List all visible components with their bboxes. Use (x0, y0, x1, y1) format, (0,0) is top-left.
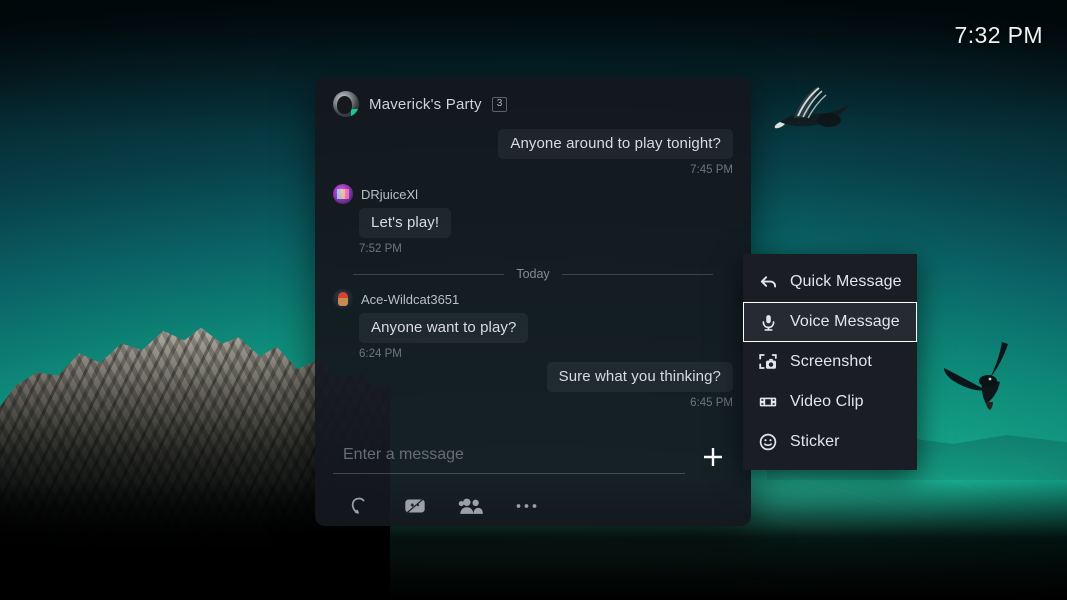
day-divider: Today (333, 267, 733, 281)
menu-item-voice-message[interactable]: Voice Message (743, 302, 917, 342)
message-row: Sure what you thinking? 6:45 PM (333, 362, 733, 409)
microphone-icon (758, 312, 778, 332)
message-input[interactable] (333, 440, 685, 474)
divider-line-left (353, 273, 505, 275)
message-sender: Ace-Wildcat3651 (333, 289, 733, 309)
menu-item-label: Video Clip (790, 393, 864, 410)
menu-item-quick-message[interactable]: Quick Message (743, 262, 917, 302)
menu-item-label: Voice Message (790, 313, 900, 330)
message-bubble: Let's play! (359, 208, 452, 238)
party-member-count-badge: 3 (491, 96, 508, 112)
ace-wildcat-avatar (333, 289, 353, 309)
message-bubble: Anyone around to play tonight? (498, 129, 733, 159)
message-row: Anyone around to play tonight? 7:45 PM (333, 129, 733, 176)
party-chat-panel: Maverick's Party 3 Anyone around to play… (315, 77, 751, 526)
sender-name: Ace-Wildcat3651 (361, 291, 460, 307)
message-timestamp: 7:52 PM (359, 243, 402, 255)
party-title: Maverick's Party (369, 95, 482, 113)
screenshot-icon (758, 352, 778, 372)
system-clock: 7:32 PM (954, 22, 1043, 48)
menu-item-label: Sticker (790, 433, 840, 450)
message-bubble: Anyone want to play? (359, 313, 529, 343)
menu-item-sticker[interactable]: Sticker (743, 422, 917, 462)
sticker-smiley-icon (758, 432, 778, 452)
message-timestamp: 7:45 PM (690, 164, 733, 176)
party-avatar (333, 91, 359, 117)
message-bubble: Sure what you thinking? (546, 362, 733, 392)
menu-item-screenshot[interactable]: Screenshot (743, 342, 917, 382)
message-row: Ace-Wildcat3651 Anyone want to play? 6:2… (333, 289, 733, 360)
video-clip-icon (758, 392, 778, 412)
menu-item-label: Quick Message (790, 273, 902, 290)
message-sender: DRjuiceXl (333, 184, 733, 204)
more-options-icon[interactable] (513, 492, 541, 520)
chat-toolbar (345, 492, 541, 520)
message-input-row (333, 437, 733, 477)
headset-icon[interactable] (345, 492, 373, 520)
message-type-context-menu: Quick Message Voice Message Screenshot V… (743, 254, 917, 470)
chat-header[interactable]: Maverick's Party 3 (315, 77, 751, 123)
message-timestamp: 6:24 PM (359, 348, 402, 360)
share-screen-icon[interactable] (401, 492, 429, 520)
divider-label: Today (516, 267, 550, 281)
reply-arrow-icon (758, 272, 778, 292)
plus-icon (704, 448, 722, 466)
bird-flying-lower (938, 336, 1038, 412)
drjuicexl-avatar (333, 184, 353, 204)
add-attachment-button[interactable] (693, 437, 733, 477)
message-timestamp: 6:45 PM (690, 397, 733, 409)
menu-item-label: Screenshot (790, 353, 872, 370)
bird-flying-upper (772, 78, 858, 140)
sender-name: DRjuiceXl (361, 186, 419, 202)
menu-item-video-clip[interactable]: Video Clip (743, 382, 917, 422)
divider-line-right (561, 273, 714, 275)
message-row: DRjuiceXl Let's play! 7:52 PM (333, 184, 733, 255)
message-list: Anyone around to play tonight? 7:45 PM D… (315, 123, 751, 433)
party-members-icon[interactable] (457, 492, 485, 520)
online-status-indicator (351, 109, 359, 117)
playstation-party-chat-screen: 7:32 PM Maverick's Party 3 Anyone around… (0, 0, 1067, 600)
